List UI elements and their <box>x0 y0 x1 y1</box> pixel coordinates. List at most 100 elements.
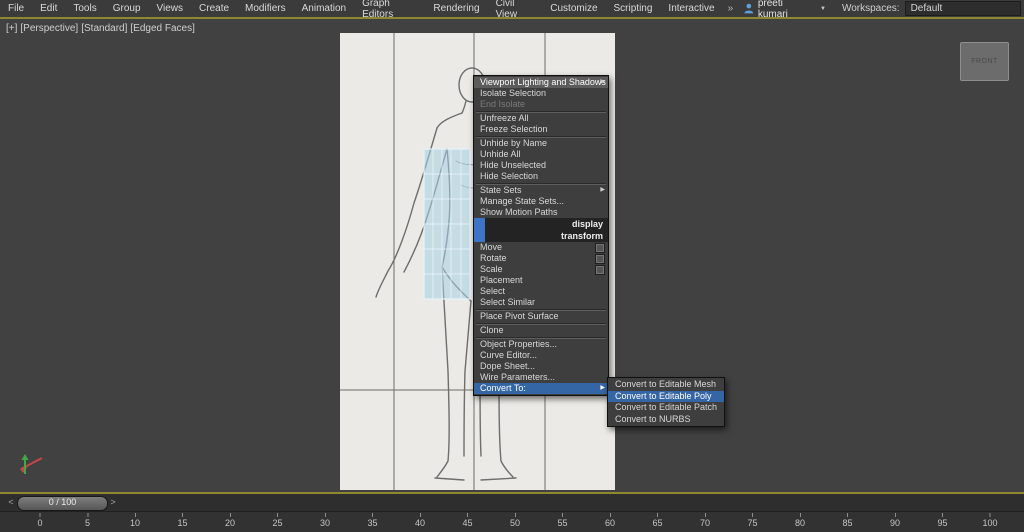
tick-label: 100 <box>982 518 998 528</box>
menu-item[interactable]: Isolate Selection <box>474 88 608 99</box>
tick-label: 95 <box>937 518 948 528</box>
menu-item-label: Curve Editor... <box>480 350 538 360</box>
menubar-item[interactable]: Civil View <box>488 0 543 20</box>
menubar-item[interactable]: Group <box>105 0 149 17</box>
tick-mark <box>39 513 41 517</box>
user-account-menu[interactable]: preeti kumari ▼ <box>738 0 832 20</box>
menu-item[interactable]: Freeze Selection <box>474 124 608 135</box>
menubar-item[interactable]: Rendering <box>425 0 487 17</box>
tick-label: 70 <box>699 518 711 528</box>
menu-item[interactable]: Show Motion Paths <box>474 207 608 218</box>
next-frame-button[interactable]: > <box>109 496 117 509</box>
menubar-item[interactable]: Animation <box>294 0 354 17</box>
menu-item[interactable]: Dope Sheet... <box>474 361 608 372</box>
tick-mark <box>941 513 943 517</box>
menubar-item[interactable]: Graph Editors <box>354 0 425 20</box>
menubar-item[interactable]: Modifiers <box>237 0 294 17</box>
menu-item-label: Show Motion Paths <box>480 207 558 217</box>
selected-box-object[interactable] <box>423 148 471 300</box>
menubar-item[interactable]: Scripting <box>606 0 661 17</box>
menu-item[interactable]: Place Pivot Surface <box>474 311 608 322</box>
tick-label: 5 <box>84 518 91 528</box>
menubar-item[interactable]: Create <box>191 0 237 17</box>
menu-item[interactable]: Unhide by Name <box>474 138 608 149</box>
viewcube-front-label: FRONT <box>971 58 998 65</box>
menu-item-label: Placement <box>480 275 523 285</box>
menu-item-label: Unfreeze All <box>480 113 529 123</box>
submenu-item[interactable]: Convert to NURBS <box>608 414 724 426</box>
submenu-item[interactable]: Convert to Editable Mesh <box>608 379 724 391</box>
menu-item[interactable]: Manage State Sets... <box>474 196 608 207</box>
menu-item[interactable]: Rotate <box>474 253 608 264</box>
tick-label: 15 <box>177 518 188 528</box>
tick-mark <box>894 513 896 517</box>
settings-box-icon[interactable] <box>595 243 605 253</box>
menu-item[interactable]: Curve Editor... <box>474 350 608 361</box>
timeline-ruler[interactable]: 0 5 10 15 20 25 30 35 40 45 50 55 60 65 70 75 80 85 90 95 10… <box>0 511 1024 532</box>
menu-item-label: Freeze Selection <box>480 124 548 134</box>
menubar-item[interactable]: Interactive <box>660 0 722 17</box>
toolbar-overflow-icon[interactable]: » <box>723 3 739 14</box>
menu-item-label: Isolate Selection <box>480 88 547 98</box>
menu-item[interactable]: Object Properties... <box>474 339 608 350</box>
track-bar[interactable]: < 0 / 100 > <box>0 494 1024 511</box>
menu-item[interactable]: Viewport Lighting and Shadows ▶ <box>474 77 608 88</box>
menu-item[interactable]: Hide Unselected <box>474 160 608 171</box>
viewport-label-segment[interactable]: [Standard] <box>81 23 127 34</box>
menu-item[interactable]: Unhide All <box>474 149 608 160</box>
workspace-select[interactable]: Default <box>904 1 1021 16</box>
submenu-item[interactable]: Convert to Editable Patch <box>608 402 724 414</box>
menubar-item[interactable]: Edit <box>32 0 65 17</box>
menubar-item[interactable]: Tools <box>65 0 104 17</box>
viewport-label-segment[interactable]: [Edged Faces] <box>130 23 194 34</box>
tick-label: 75 <box>747 518 758 528</box>
timeline-tick: 95 <box>937 513 948 528</box>
tick-mark <box>276 513 278 517</box>
menu-item-label: Move <box>480 242 503 252</box>
tick-label: 50 <box>509 518 521 528</box>
submenu-item[interactable]: Convert to Editable Poly <box>608 390 724 402</box>
menu-item[interactable]: Select Similar <box>474 297 608 308</box>
menu-item-label: Convert To: <box>480 383 526 393</box>
menu-item[interactable]: Hide Selection <box>474 171 608 182</box>
menu-item-label: Clone <box>480 325 504 335</box>
convert-to-submenu: Convert to Editable Mesh Convert to Edita… <box>607 377 725 427</box>
tick-mark <box>371 513 373 517</box>
quad-title-label: display <box>571 219 603 229</box>
tick-mark <box>86 513 88 517</box>
menu-item-label: Select <box>480 286 506 296</box>
viewcube[interactable]: FRONT <box>960 42 1009 81</box>
menubar-item[interactable]: File <box>0 0 32 17</box>
menu-item[interactable]: Wire Parameters... <box>474 372 608 383</box>
timeline-tick: 15 <box>177 513 188 528</box>
menubar-item[interactable]: Customize <box>542 0 605 17</box>
menu-item[interactable]: Convert To: ▶ <box>474 383 608 394</box>
viewport-label-segment[interactable]: [Perspective] <box>20 23 78 34</box>
previous-frame-button[interactable]: < <box>7 496 15 509</box>
tick-label: 10 <box>129 518 141 528</box>
timeline-tick: 100 <box>982 513 998 528</box>
timeline-tick: 90 <box>890 513 900 528</box>
accent-line-bottom <box>0 492 1024 494</box>
menu-item[interactable]: Select <box>474 286 608 297</box>
timeline-tick: 60 <box>605 513 615 528</box>
menu-item[interactable]: Unfreeze All <box>474 113 608 124</box>
menu-item-label: Dope Sheet... <box>480 361 536 371</box>
menu-item-label: Select Similar <box>480 297 536 307</box>
viewport-label-segment[interactable]: [+] <box>6 23 17 34</box>
submenu-arrow-icon: ▶ <box>600 79 605 85</box>
menu-item[interactable]: Scale <box>474 264 608 275</box>
time-slider[interactable]: 0 / 100 <box>17 496 108 511</box>
menu-item[interactable]: Placement <box>474 275 608 286</box>
settings-box-icon[interactable] <box>595 254 605 264</box>
tick-label: 90 <box>889 518 901 528</box>
tick-mark <box>846 513 848 517</box>
menubar-items: File Edit Tools Group Views Create Modifiers An… <box>0 0 723 20</box>
tick-label: 45 <box>462 518 473 528</box>
menu-item[interactable]: Move <box>474 242 608 253</box>
timeline-tick: 10 <box>130 513 140 528</box>
settings-box-icon[interactable] <box>595 265 605 275</box>
menubar-item[interactable]: Views <box>149 0 192 17</box>
menu-item[interactable]: Clone <box>474 325 608 336</box>
menu-item[interactable]: State Sets ▶ <box>474 185 608 196</box>
